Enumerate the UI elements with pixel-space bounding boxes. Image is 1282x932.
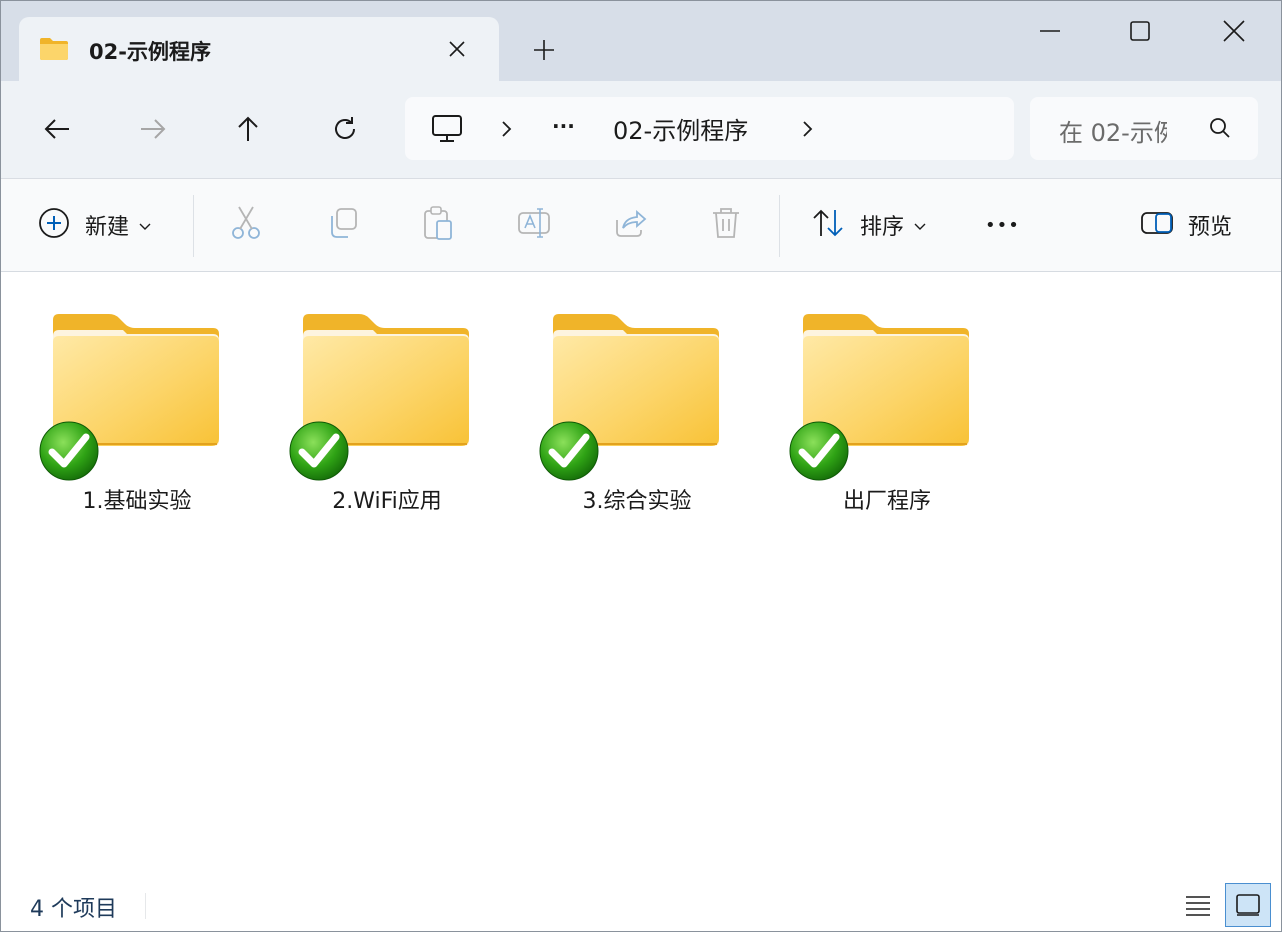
copy-icon [326,206,360,244]
checkmark-badge-icon [39,421,99,481]
more-label: ••• [985,214,1020,236]
cut-button [229,201,263,249]
toolbar-divider [779,195,780,257]
search-placeholder[interactable]: 在 02-示例 [1059,113,1167,148]
folder-item[interactable]: 1.基础实验 [1,312,251,522]
close-window-icon[interactable] [1209,13,1259,49]
folder-item[interactable]: 3.综合实验 [501,312,751,522]
up-arrow-icon[interactable] [226,107,270,151]
add-circle-icon [37,206,71,244]
forward-arrow-icon [131,107,175,151]
breadcrumb-current[interactable]: 02-示例程序 [613,97,748,160]
back-arrow-icon[interactable] [35,107,79,151]
address-bar[interactable]: ··· 02-示例程序 [405,97,1014,160]
checkmark-badge-icon [539,421,599,481]
refresh-icon[interactable] [323,107,367,151]
title-bar: 02-示例程序 [1,1,1281,81]
folder-item[interactable]: 出厂程序 [751,312,1001,522]
checkmark-badge-icon [289,421,349,481]
breadcrumb-more[interactable]: ··· [552,94,575,157]
folder-name[interactable]: 3.综合实验 [501,483,773,515]
delete-icon [709,205,743,245]
status-divider [145,893,146,919]
item-count: 4 个项目 [30,897,117,922]
close-icon[interactable] [443,35,471,63]
chevron-down-icon [914,216,926,235]
chevron-down-icon [139,216,151,235]
rename-button [516,201,552,249]
copy-button [326,201,360,249]
folder-name[interactable]: 1.基础实验 [1,483,273,515]
command-bar: 新建 排序 ••• 预览 [1,179,1281,272]
rename-icon [516,205,552,245]
sort-button[interactable]: 排序 [811,201,926,249]
status-bar: 4 个项目 [1,877,1281,931]
plus-icon[interactable] [529,35,559,65]
cut-icon [229,205,263,245]
toolbar-divider [193,195,194,257]
folder-icon [39,37,69,65]
share-icon [613,206,647,244]
sort-label: 排序 [860,215,905,240]
new-label: 新建 [85,215,130,240]
preview-pane-icon [1140,210,1174,240]
preview-button[interactable]: 预览 [1140,201,1232,249]
paste-button [421,201,455,249]
details-view-icon[interactable] [1175,883,1221,927]
paste-icon [421,205,455,245]
navigation-bar: ··· 02-示例程序 在 02-示例 [1,81,1281,179]
maximize-icon[interactable] [1115,13,1165,49]
tiles-view-icon[interactable] [1225,883,1271,927]
share-button [613,201,647,249]
checkmark-badge-icon [789,421,849,481]
monitor-icon[interactable] [431,97,463,160]
folder-name[interactable]: 2.WiFi应用 [251,483,523,515]
minimize-icon[interactable] [1025,13,1075,49]
search-icon[interactable] [1208,116,1232,144]
file-list: 1.基础实验 2.WiFi应用 3.综合实验 出厂程序 [1,272,1281,877]
tab-title: 02-示例程序 [89,40,211,64]
file-explorer-window: 02-示例程序 ··· 02-示例程序 在 02-示例 新建 排序 ••• 预览… [0,0,1282,932]
folder-name[interactable]: 出厂程序 [751,483,1023,515]
chevron-right-icon[interactable] [800,97,814,160]
new-button[interactable]: 新建 [37,201,151,249]
delete-button [709,201,743,249]
sort-icon [811,208,847,242]
preview-label: 预览 [1188,215,1233,240]
chevron-right-icon[interactable] [499,97,513,160]
folder-item[interactable]: 2.WiFi应用 [251,312,501,522]
tab-current-folder[interactable]: 02-示例程序 [19,17,499,81]
search-box[interactable]: 在 02-示例 [1030,97,1258,160]
more-options-button[interactable]: ••• [985,201,1020,249]
